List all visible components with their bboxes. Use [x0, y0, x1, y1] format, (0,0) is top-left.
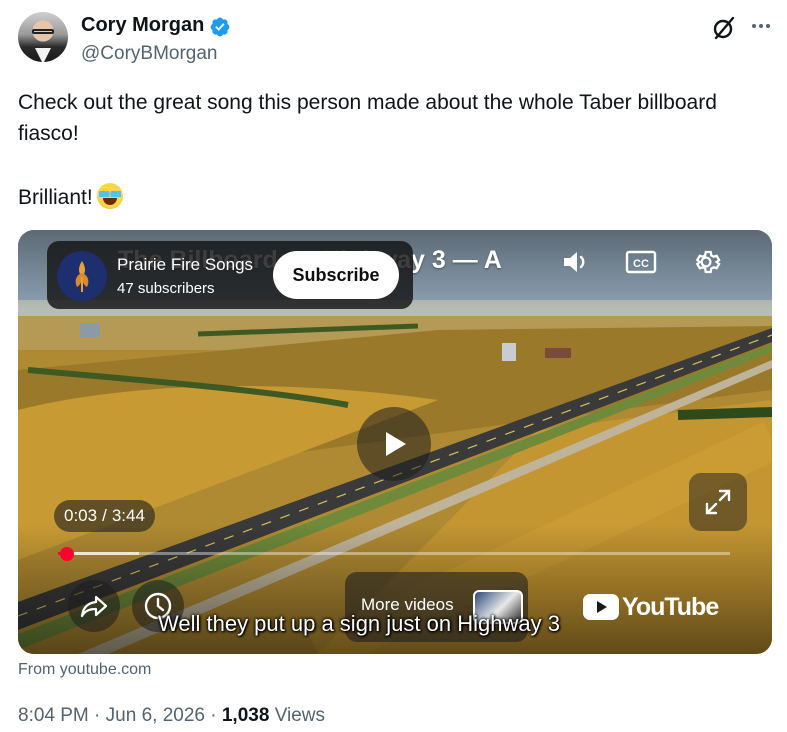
share-button[interactable] — [68, 580, 120, 632]
volume-icon[interactable] — [558, 245, 592, 279]
avatar-shirt — [35, 48, 51, 62]
meta-dot: · — [94, 705, 101, 726]
youtube-logo[interactable]: YouTube — [583, 592, 719, 622]
closed-captions-icon[interactable]: CC — [624, 245, 658, 279]
channel-name[interactable]: Prairie Fire Songs — [117, 255, 253, 275]
author-avatar[interactable] — [18, 12, 68, 62]
avatar-glasses — [32, 29, 54, 34]
channel-logo[interactable] — [57, 251, 107, 301]
tweet-text-line2: Brilliant! — [18, 182, 758, 213]
share-icon — [80, 595, 108, 618]
svg-text:CC: CC — [633, 258, 649, 270]
tweet-text-line1: Check out the great song this person mad… — [18, 91, 717, 145]
fullscreen-button[interactable] — [689, 473, 747, 531]
tweet-text-brilliant: Brilliant! — [18, 186, 93, 209]
time-display: 0:03 / 3:44 — [54, 500, 155, 532]
channel-subscribers: 47 subscribers — [117, 280, 215, 297]
verified-badge-icon — [210, 17, 230, 37]
author-handle[interactable]: @CoryBMorgan — [81, 43, 218, 65]
duration: 3:44 — [111, 506, 145, 525]
tweet-date[interactable]: Jun 6, 2026 — [106, 705, 205, 726]
current-time: 0:03 — [64, 506, 98, 525]
fullscreen-icon — [705, 489, 731, 515]
wheat-icon — [75, 261, 89, 292]
tweet-text: Check out the great song this person mad… — [18, 87, 758, 213]
author-name[interactable]: Cory Morgan — [81, 14, 204, 37]
video-caption: Well they put up a sign just on Highway … — [158, 611, 560, 636]
play-icon — [386, 432, 406, 456]
grok-icon[interactable] — [711, 15, 737, 41]
views-count: 1,038 — [221, 705, 270, 726]
play-button[interactable] — [357, 407, 431, 481]
time-separator: / — [102, 506, 107, 525]
more-options-icon[interactable] — [749, 14, 773, 38]
subscribe-button[interactable]: Subscribe — [273, 251, 399, 299]
tears-of-joy-emoji-icon — [96, 183, 123, 209]
views-label: Views — [274, 705, 326, 726]
settings-gear-icon[interactable] — [689, 245, 723, 279]
link-source[interactable]: From youtube.com — [18, 661, 151, 679]
youtube-wordmark: YouTube — [622, 592, 719, 621]
youtube-embed[interactable]: The Billboard on Highway 3 — A Prairie F… — [18, 230, 772, 654]
progress-bar[interactable] — [58, 547, 730, 561]
youtube-play-icon — [583, 594, 619, 620]
progress-scrubber[interactable] — [60, 547, 74, 561]
tweet-time[interactable]: 8:04 PM — [18, 705, 89, 726]
channel-card[interactable]: Prairie Fire Songs 47 subscribers Subscr… — [47, 241, 413, 309]
meta-dot-2: · — [210, 705, 217, 726]
tweet-meta: 8:04 PM · Jun 6, 2026 · 1,038 Views — [18, 705, 325, 727]
